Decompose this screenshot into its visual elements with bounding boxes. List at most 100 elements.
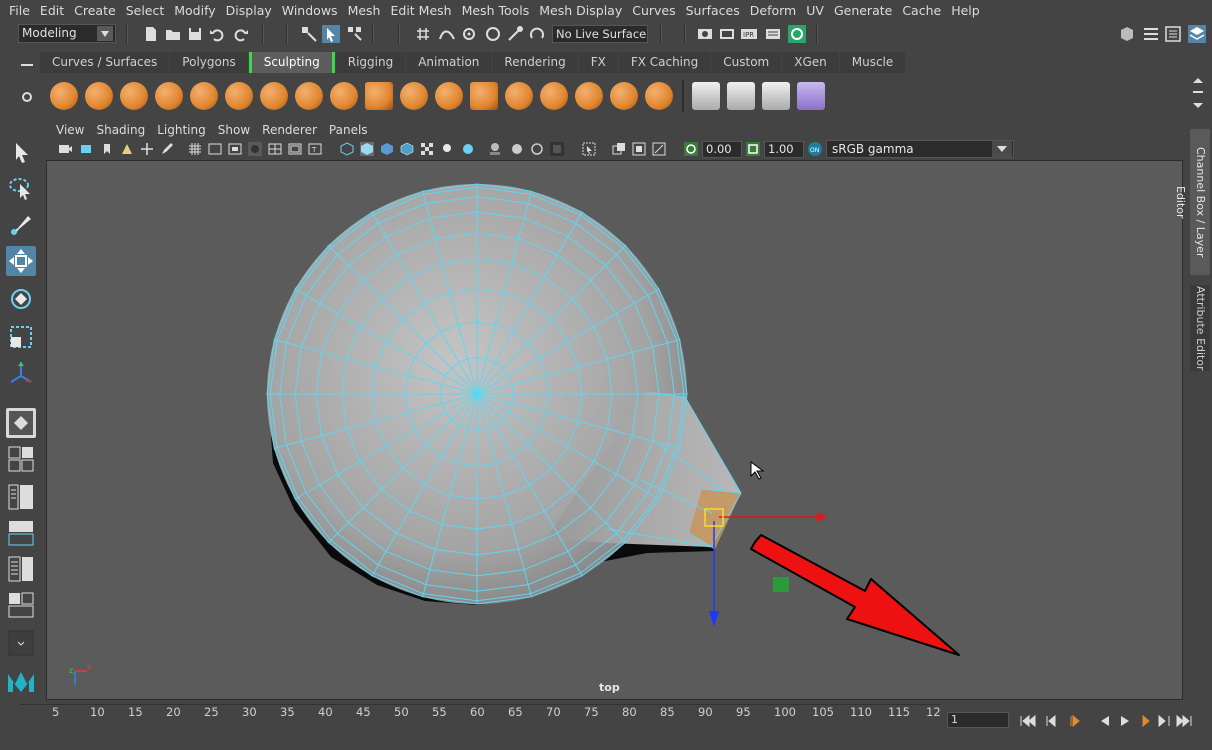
tab-animation[interactable]: Animation: [406, 52, 492, 73]
bulge-tool-icon[interactable]: [575, 82, 603, 110]
menu-windows[interactable]: Windows: [277, 0, 343, 22]
manip-x-arrow-icon[interactable]: [817, 512, 827, 522]
toolbox-expand-icon[interactable]: [6, 628, 36, 658]
grab-tool-icon[interactable]: [155, 82, 183, 110]
depth-of-field-icon[interactable]: [550, 142, 564, 156]
manip-y-arrow-icon[interactable]: [709, 611, 719, 627]
menu-surfaces[interactable]: Surfaces: [681, 0, 745, 22]
wireframe-on-shaded-icon[interactable]: [400, 142, 414, 156]
tab-attribute-editor[interactable]: Attribute Editor: [1190, 285, 1210, 371]
tab-channel-box[interactable]: Channel Box / Layer Editor: [1174, 129, 1210, 275]
universal-manipulator-icon[interactable]: [6, 358, 36, 388]
select-camera-icon[interactable]: [58, 142, 72, 156]
sculpt-tool-icon[interactable]: [50, 82, 78, 110]
menu-set-dropdown[interactable]: Modeling: [18, 24, 116, 43]
anti-aliasing-icon[interactable]: [530, 142, 544, 156]
shelf-settings-icon[interactable]: [20, 90, 34, 104]
menu-uv[interactable]: UV: [801, 0, 829, 22]
panel-menu-shading[interactable]: Shading: [90, 123, 151, 137]
paint-select-tool-icon[interactable]: [6, 210, 36, 240]
hypershade-icon[interactable]: [788, 25, 806, 43]
sculpt-layers-icon[interactable]: [762, 82, 790, 110]
gate-mask-icon[interactable]: [248, 142, 262, 156]
persp-hypershade-layout-icon[interactable]: [6, 590, 36, 620]
menu-deform[interactable]: Deform: [745, 0, 801, 22]
menu-cache[interactable]: Cache: [897, 0, 946, 22]
menu-mesh-tools[interactable]: Mesh Tools: [457, 0, 535, 22]
select-component-icon[interactable]: [346, 25, 364, 43]
panel-menu-show[interactable]: Show: [212, 123, 256, 137]
gamma-icon[interactable]: [746, 142, 760, 156]
use-all-lights-icon[interactable]: [440, 142, 454, 156]
snap-curve-icon[interactable]: [438, 25, 456, 43]
menu-create[interactable]: Create: [69, 0, 121, 22]
tab-sculpting[interactable]: Sculpting: [248, 52, 335, 73]
tab-custom[interactable]: Custom: [711, 52, 782, 73]
tab-polygons[interactable]: Polygons: [170, 52, 248, 73]
tab-fx-caching[interactable]: FX Caching: [618, 52, 711, 73]
resolution-gate-icon[interactable]: [228, 142, 242, 156]
select-tool-icon[interactable]: [6, 138, 36, 168]
bookmark-icon[interactable]: [100, 142, 114, 156]
panel-menu-lighting[interactable]: Lighting: [151, 123, 212, 137]
xray-joints-icon[interactable]: [632, 142, 646, 156]
undo-icon[interactable]: [208, 25, 226, 43]
tool-settings-icon[interactable]: [1164, 25, 1182, 43]
xray-active-components-icon[interactable]: [652, 142, 666, 156]
new-scene-icon[interactable]: [142, 25, 160, 43]
save-scene-icon[interactable]: [186, 25, 204, 43]
safe-title-icon[interactable]: T: [308, 142, 322, 156]
texture-deformer-icon[interactable]: [727, 82, 755, 110]
rotate-tool-icon[interactable]: [6, 284, 36, 314]
smooth-tool-icon[interactable]: [85, 82, 113, 110]
panel-menu-panels[interactable]: Panels: [323, 123, 374, 137]
redo-icon[interactable]: [232, 25, 250, 43]
tab-rigging[interactable]: Rigging: [335, 52, 406, 73]
image-plane-icon[interactable]: [120, 142, 134, 156]
menu-generate[interactable]: Generate: [829, 0, 897, 22]
relax-tool-icon[interactable]: [120, 82, 148, 110]
grease-pencil-icon[interactable]: [160, 142, 174, 156]
channel-box-toggle-icon[interactable]: [1188, 25, 1206, 43]
shadows-icon[interactable]: [460, 142, 474, 156]
menu-edit[interactable]: Edit: [35, 0, 69, 22]
field-chart-icon[interactable]: [268, 142, 282, 156]
tab-muscle[interactable]: Muscle: [839, 52, 906, 73]
safe-action-icon[interactable]: [288, 142, 302, 156]
gamma-field[interactable]: 1.00: [764, 141, 804, 158]
menu-modify[interactable]: Modify: [169, 0, 220, 22]
scale-tool-icon[interactable]: [6, 322, 36, 352]
2d-pan-zoom-icon[interactable]: [140, 142, 154, 156]
view-transform-dropdown[interactable]: sRGB gamma: [826, 140, 1014, 158]
persp-graph-layout-icon[interactable]: [6, 518, 36, 548]
manip-plane-handle[interactable]: [773, 577, 789, 592]
top-viewport[interactable]: z x top: [46, 160, 1183, 700]
tab-curves-surfaces[interactable]: Curves / Surfaces: [40, 52, 170, 73]
wireframe-icon[interactable]: [340, 142, 354, 156]
snap-view-plane-icon[interactable]: [484, 25, 502, 43]
render-frame-icon[interactable]: [718, 25, 736, 43]
tab-rendering[interactable]: Rendering: [492, 52, 578, 73]
menu-edit-mesh[interactable]: Edit Mesh: [385, 0, 456, 22]
sculpt-settings-icon[interactable]: [692, 82, 720, 110]
menu-help[interactable]: Help: [946, 0, 985, 22]
repeat-tool-icon[interactable]: [330, 82, 358, 110]
isolate-select-icon[interactable]: [582, 142, 596, 156]
fill-tool-icon[interactable]: [470, 82, 498, 110]
menu-mesh[interactable]: Mesh: [343, 0, 386, 22]
tab-xgen[interactable]: XGen: [782, 52, 839, 73]
color-management-toggle-icon[interactable]: ON: [808, 142, 822, 156]
camera-attributes-icon[interactable]: [80, 142, 94, 156]
viewport-canvas[interactable]: z x: [47, 161, 1183, 700]
select-hierarchy-icon[interactable]: [300, 25, 318, 43]
screen-space-ao-icon[interactable]: [488, 142, 502, 156]
snap-live-icon[interactable]: [506, 25, 524, 43]
freeze-tool-icon[interactable]: [645, 82, 673, 110]
tab-fx[interactable]: FX: [578, 52, 618, 73]
motion-blur-icon[interactable]: [510, 142, 524, 156]
menu-select[interactable]: Select: [121, 0, 170, 22]
time-slider[interactable]: 5 10 15 20 25 30 35 40 45 50 55 60 65 70 75 80 85 90 95 100…: [20, 704, 941, 726]
transport-buttons[interactable]: [1019, 714, 1209, 728]
xray-icon[interactable]: [612, 142, 626, 156]
spray-tool-icon[interactable]: [295, 82, 323, 110]
